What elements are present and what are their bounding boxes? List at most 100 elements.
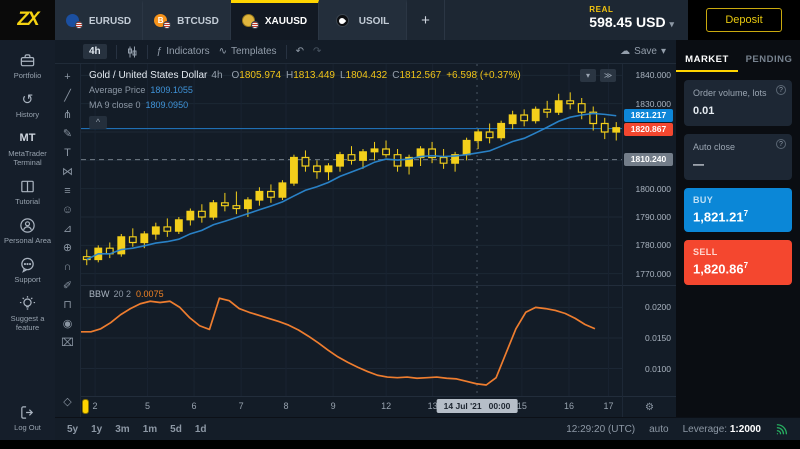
symbol-tab-eurusd[interactable]: EURUSD (55, 0, 143, 40)
templates-button[interactable]: ∿ Templates (219, 46, 277, 57)
price-pane[interactable]: Gold / United States Dollar4hO1805.974H1… (81, 64, 622, 286)
ohlc-values: O1805.974H1813.449L1804.432C1812.567 (227, 70, 442, 81)
redo-button[interactable]: ↷ (313, 46, 321, 57)
wave-icon: ∿ (219, 46, 227, 57)
time-label: 12 (381, 401, 391, 411)
range-button-1y[interactable]: 1y (91, 424, 102, 435)
deposit-button[interactable]: Deposit (706, 8, 781, 32)
range-button-5d[interactable]: 5d (170, 424, 182, 435)
price-tick: 1780.000 (636, 240, 671, 250)
range-button-1m[interactable]: 1m (143, 424, 157, 435)
range-button-5y[interactable]: 5y (67, 424, 78, 435)
text-tool-icon[interactable]: T (60, 145, 76, 160)
order-panel-tabs: MARKETPENDING (676, 48, 800, 72)
buy-price: 1,821.217 (693, 209, 783, 224)
indicator-tick: 0.0100 (645, 364, 671, 374)
history-icon: ↺ (22, 91, 34, 107)
ohlc-value: 1812.567 (399, 70, 441, 81)
account-selector[interactable]: REAL 598.45 USD ▾ (589, 0, 688, 40)
bbw-indicator-chart[interactable] (81, 286, 622, 396)
emoji-tool-icon[interactable]: ☺ (60, 202, 76, 217)
indicator-pane[interactable]: BBW20 20.0075 (81, 286, 622, 397)
sidebar-item-suggest-feature[interactable]: Suggest a feature (1, 295, 55, 332)
favorites-tool-icon[interactable]: ◇ (60, 394, 76, 409)
axis-settings-gear-icon[interactable]: ⚙ (645, 402, 654, 413)
timeframe-button[interactable]: 4h (83, 44, 107, 59)
order-tab-market[interactable]: MARKET (676, 48, 738, 72)
indicators-button[interactable]: ƒ Indicators (157, 46, 210, 57)
auto-close-field[interactable]: Auto close — ? (684, 134, 792, 180)
trading-terminal: ZX EURUSDBBTCUSDXAUUSDUSOIL + REAL 598.4… (0, 0, 800, 449)
magnet-tool-icon[interactable]: ∩ (60, 259, 76, 274)
overlay-average-price[interactable]: Average Price1809.1055 (89, 83, 521, 98)
sidebar-item-history[interactable]: ↺History (1, 91, 55, 119)
volume-help-icon[interactable]: ? (776, 85, 786, 95)
oil-drop-icon (336, 14, 353, 29)
symbol-tab-usoil[interactable]: USOIL (319, 0, 407, 40)
logout-icon (19, 404, 36, 420)
buy-button[interactable]: BUY 1,821.217 (684, 188, 792, 232)
lock-tool-icon[interactable]: ⊓ (60, 297, 76, 312)
time-label: 9 (331, 401, 336, 411)
time-label: 7 (239, 401, 244, 411)
bulb-icon (19, 295, 36, 311)
scroll-to-latest-button[interactable]: ≫ (600, 69, 616, 82)
symbol-tab-btcusd[interactable]: BBTCUSD (143, 0, 231, 40)
account-caret-icon[interactable]: ▾ (669, 19, 674, 29)
crosshair-tool-icon[interactable]: + (60, 69, 76, 84)
brush-tool-icon[interactable]: ✎ (60, 126, 76, 141)
pattern-tool-icon[interactable]: ⋈ (60, 164, 76, 179)
legend-row-main: Gold / United States Dollar4hO1805.974H1… (89, 68, 521, 83)
sidebar-item-tutorial[interactable]: Tutorial (1, 178, 55, 206)
trendline-tool-icon[interactable]: ╱ (60, 88, 76, 103)
window-frame-bottom (0, 440, 800, 449)
indicator-legend[interactable]: BBW20 20.0075 (89, 289, 164, 299)
ask-price-tag: 1821.217 (624, 109, 673, 122)
mt-icon: MT (20, 130, 36, 146)
order-tab-pending[interactable]: PENDING (738, 48, 800, 72)
sidebar-item-log-out[interactable]: Log Out (1, 404, 55, 432)
indicator-axis[interactable]: 0.02000.01500.0100 (623, 286, 676, 397)
sidebar-item-support[interactable]: Support (1, 256, 55, 284)
save-template-button[interactable]: ☁ Save ▾ (620, 46, 666, 57)
order-volume-value[interactable]: 0.01 (693, 105, 783, 117)
sidebar-item-personal-area[interactable]: Personal Area (1, 217, 55, 245)
app-sidebar: Portfolio ↺History MT MetaTrader Terminal Tu… (0, 40, 55, 440)
sidebar-item-label: Portfolio (14, 71, 42, 80)
draw-mode-tool-icon[interactable]: ✐ (60, 278, 76, 293)
toolbar-divider (286, 45, 287, 59)
event-marker[interactable] (82, 399, 89, 414)
order-volume-field[interactable]: Order volume, lots 0.01 ? (684, 80, 792, 126)
range-button-1d[interactable]: 1d (195, 424, 207, 435)
chart-type-button[interactable] (126, 46, 138, 58)
fibonacci-tool-icon[interactable]: ≡ (60, 183, 76, 198)
axis-corner: ⚙ (623, 397, 676, 417)
top-bar: ZX EURUSDBBTCUSDXAUUSDUSOIL + REAL 598.4… (0, 0, 800, 40)
sidebar-item-label: MetaTrader Terminal (1, 149, 55, 167)
measure-tool-icon[interactable]: ⊿ (60, 221, 76, 236)
pitchfork-tool-icon[interactable]: ⋔ (60, 107, 76, 122)
sell-button[interactable]: SELL 1,820.867 (684, 240, 792, 284)
price-axis[interactable]: 1840.0001830.0001820.0001810.0001800.000… (623, 64, 676, 286)
sidebar-item-portfolio[interactable]: Portfolio (1, 52, 55, 80)
symbol-tab-xauusd[interactable]: XAUUSD (231, 0, 319, 40)
undo-button[interactable]: ↶ (296, 46, 304, 57)
hide-tool-icon[interactable]: ◉ (60, 316, 76, 331)
range-button-3m[interactable]: 3m (115, 424, 129, 435)
add-symbol-tab-button[interactable]: + (407, 0, 445, 40)
legend-collapse-button[interactable]: ^ (89, 116, 107, 129)
sidebar-item-metatrader-terminal[interactable]: MT MetaTrader Terminal (1, 130, 55, 167)
top-strip: EURUSDBBTCUSDXAUUSDUSOIL + REAL 598.45 U… (55, 0, 688, 40)
brand-logo[interactable]: ZX (0, 0, 55, 40)
auto-close-help-icon[interactable]: ? (776, 139, 786, 149)
overlay-ma[interactable]: MA 9 close 01809.0950 (89, 98, 521, 113)
bid-price-tag: 1820.867 (624, 123, 673, 136)
symbol-tabs: EURUSDBBTCUSDXAUUSDUSOIL (55, 0, 407, 40)
sell-price: 1,820.867 (693, 261, 783, 276)
zoom-in-tool-icon[interactable]: ⊕ (60, 240, 76, 255)
pane-collapse-button[interactable]: ▾ (580, 69, 596, 82)
delete-tool-icon[interactable]: ⌧ (60, 335, 76, 350)
auto-close-value[interactable]: — (693, 159, 783, 171)
timezone-mode[interactable]: auto (649, 424, 668, 435)
time-axis[interactable]: 256789121315161714 Jul '2100:00 (81, 397, 622, 417)
